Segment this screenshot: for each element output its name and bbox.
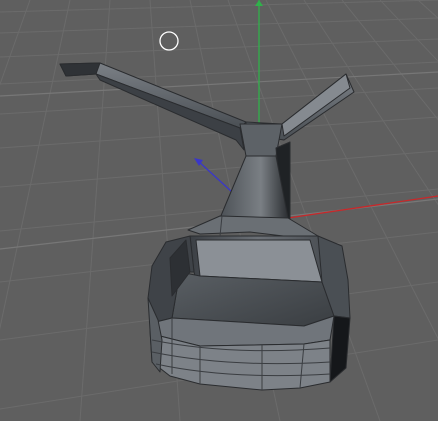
z-axis-line <box>196 159 233 193</box>
mesh-left-arm-end <box>59 62 101 77</box>
viewport-canvas[interactable] <box>0 0 438 421</box>
mesh-bucket-back-wall-highlight <box>195 239 323 283</box>
mesh-stem-collar <box>187 215 319 239</box>
mesh-right-arm-side <box>281 73 351 137</box>
x-axis-line <box>287 195 438 219</box>
mesh-hub <box>239 123 283 157</box>
3d-viewport[interactable] <box>0 0 438 421</box>
mesh-bucket-right-corner <box>329 315 351 383</box>
cursor-ring-icon <box>159 31 179 51</box>
y-axis-arrow-icon <box>255 0 263 6</box>
